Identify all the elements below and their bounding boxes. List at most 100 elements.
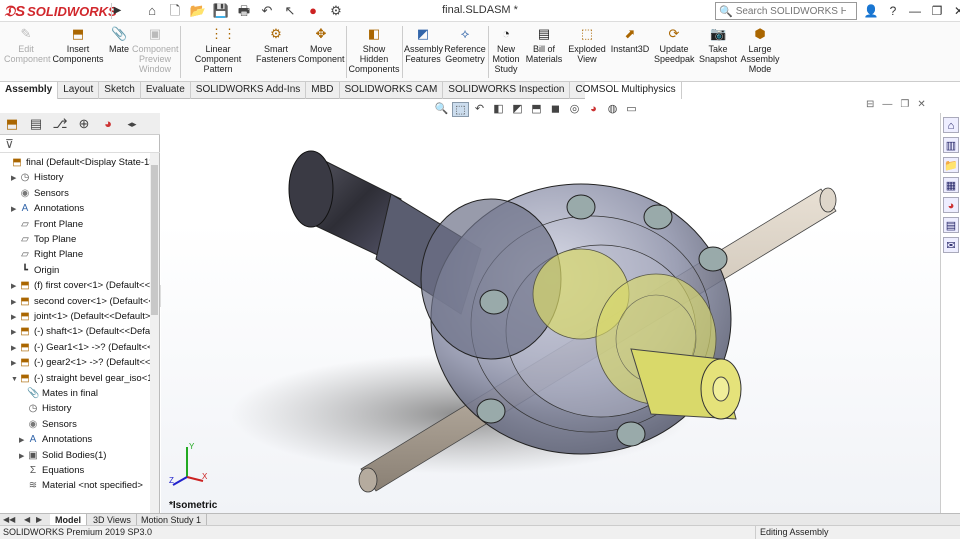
move-component-button[interactable]: ✥ Move Component bbox=[298, 26, 345, 64]
assembly-model[interactable] bbox=[161, 99, 940, 513]
tab-solidworks-inspection[interactable]: SOLIDWORKS Inspection bbox=[443, 82, 571, 99]
close-button[interactable]: ✕ bbox=[950, 2, 960, 20]
menu-expand-arrow-icon[interactable]: ▶ bbox=[111, 3, 123, 19]
search-input[interactable] bbox=[735, 5, 846, 17]
bill-of-materials-button[interactable]: ▤ Bill of Materials bbox=[524, 26, 564, 64]
help-search-box[interactable]: 🔍 bbox=[715, 2, 857, 20]
dimxpert-tab-icon[interactable]: ⊕ bbox=[72, 113, 96, 135]
minimize-button[interactable]: — bbox=[906, 2, 924, 20]
hide-show-items-icon[interactable]: ◎ bbox=[566, 102, 583, 117]
design-library-icon[interactable]: ▥ bbox=[943, 137, 959, 153]
tree-item[interactable]: ◷ History bbox=[19, 401, 72, 416]
solidworks-resources-icon[interactable]: ⌂ bbox=[943, 117, 959, 133]
solidworks-logo[interactable]: 𝔇S SOLIDWORKS bbox=[4, 2, 117, 20]
tree-item[interactable]: 📎 Mates in final bbox=[19, 386, 98, 401]
home-icon[interactable]: ⌂ bbox=[142, 2, 162, 20]
reference-geometry-button[interactable]: ⟡ Reference Geometry bbox=[444, 26, 486, 64]
tab-solidworks-addins[interactable]: SOLIDWORKS Add-Ins bbox=[191, 82, 307, 99]
rebuild-icon[interactable]: ● bbox=[303, 2, 323, 20]
tree-item[interactable]: ⬒ final (Default<Display State-1>) bbox=[3, 155, 150, 170]
edit-component-button[interactable]: ✎ Edit Component bbox=[4, 26, 51, 64]
tree-item[interactable]: ▶ ⬒ (-) gear2<1> ->? (Default<<De bbox=[11, 355, 150, 370]
panel-scroll-arrows-icon[interactable]: ◂▸ bbox=[120, 113, 144, 135]
tree-expander-icon[interactable]: ▶ bbox=[11, 295, 19, 310]
tree-item[interactable]: ▶ ⬒ (-) shaft<1> (Default<<Default bbox=[11, 324, 150, 339]
tree-item[interactable]: ◉ Sensors bbox=[11, 186, 69, 201]
previous-view-icon[interactable]: ↶ bbox=[471, 102, 488, 117]
tree-item[interactable]: ▶ A Annotations bbox=[11, 201, 84, 216]
viewport-tile-icon[interactable]: ⊟ bbox=[866, 99, 874, 110]
help-button[interactable]: ? bbox=[884, 2, 902, 20]
tab-evaluate[interactable]: Evaluate bbox=[141, 82, 191, 99]
tree-item[interactable]: ≋ Material <not specified> bbox=[19, 478, 143, 493]
tree-item[interactable]: ▱ Top Plane bbox=[11, 232, 76, 247]
tree-item[interactable]: ▶ A Annotations bbox=[19, 432, 92, 447]
save-icon[interactable]: 💾 bbox=[211, 2, 231, 20]
view-settings-icon[interactable]: ▭ bbox=[623, 102, 640, 117]
view-palette-icon[interactable]: ▦ bbox=[943, 177, 959, 193]
graphics-area[interactable]: 🔍 ⬚ ↶ ◧ ◩ ⬒ ◼ ◎ ◕ ◍ ▭ ⊟ — ❐ ✕ Y X Z *Iso… bbox=[161, 99, 940, 513]
new-file-icon[interactable]: 🗋 bbox=[165, 2, 185, 20]
open-file-icon[interactable]: 📂 bbox=[188, 2, 208, 20]
display-manager-tab-icon[interactable]: ◕ bbox=[96, 113, 120, 135]
file-explorer-icon[interactable]: 📁 bbox=[943, 157, 959, 173]
tab-sketch[interactable]: Sketch bbox=[99, 82, 141, 99]
dynamic-annotation-icon[interactable]: ◩ bbox=[509, 102, 526, 117]
exploded-view-button[interactable]: ⬚ Exploded View bbox=[566, 26, 608, 64]
user-icon[interactable]: 👤 bbox=[862, 2, 880, 20]
configuration-manager-tab-icon[interactable]: ⎇ bbox=[48, 113, 72, 135]
tab-layout[interactable]: Layout bbox=[58, 82, 100, 99]
display-style-icon[interactable]: ◼ bbox=[547, 102, 564, 117]
property-manager-tab-icon[interactable]: ▤ bbox=[24, 113, 48, 135]
tab-comsol-multiphysics[interactable]: COMSOL Multiphysics bbox=[570, 82, 682, 99]
restore-button[interactable]: ❐ bbox=[928, 2, 946, 20]
update-speedpak-button[interactable]: ⟳ Update Speedpak bbox=[654, 26, 695, 64]
tree-expander-icon[interactable]: ▶ bbox=[11, 310, 19, 325]
filter-icon[interactable]: ⊽ bbox=[5, 137, 14, 151]
tree-item[interactable]: ▼⬒ (-) straight bevel gear_iso<1> ( bbox=[11, 371, 150, 386]
tree-item[interactable]: ▶ ⬒ (f) first cover<1> (Default<<De bbox=[11, 278, 150, 293]
options-icon[interactable]: ⚙ bbox=[326, 2, 346, 20]
insert-components-button[interactable]: ⬒ Insert Components bbox=[52, 26, 104, 64]
view-orientation-icon[interactable]: ⬒ bbox=[528, 102, 545, 117]
tab-assembly[interactable]: Assembly bbox=[0, 82, 59, 99]
tree-item[interactable]: ▶ ◷ History bbox=[11, 170, 64, 185]
linear-pattern-button[interactable]: ⋮⋮ Linear Component Pattern bbox=[182, 26, 254, 74]
zoom-to-fit-icon[interactable]: 🔍 bbox=[433, 102, 450, 117]
tree-item[interactable]: ▱ Right Plane bbox=[11, 247, 83, 262]
tree-item[interactable]: ▶⬒ (-) Gear1<1> ->? (Default<<De bbox=[11, 340, 150, 355]
tree-item[interactable]: Σ Equations bbox=[19, 463, 84, 478]
section-view-icon[interactable]: ◧ bbox=[490, 102, 507, 117]
viewport-restore-icon[interactable]: ❐ bbox=[900, 99, 909, 110]
tree-item[interactable]: ▱ Front Plane bbox=[11, 217, 83, 232]
tree-item[interactable]: ┗ Origin bbox=[11, 263, 59, 278]
apply-scene-icon[interactable]: ◍ bbox=[604, 102, 621, 117]
tree-expander-icon[interactable]: ▶ bbox=[11, 356, 19, 371]
print-icon[interactable]: 🖶 bbox=[234, 2, 254, 20]
new-motion-study-button[interactable]: ◔ New Motion Study bbox=[490, 26, 522, 74]
viewport-close-icon[interactable]: ✕ bbox=[917, 99, 925, 110]
tab-solidworks-cam[interactable]: SOLIDWORKS CAM bbox=[340, 82, 444, 99]
tree-item[interactable]: ◉ Sensors bbox=[19, 417, 77, 432]
tree-item[interactable]: ▶ ⬒ joint<1> (Default<<Default>_ bbox=[11, 309, 150, 324]
tree-expander-icon[interactable]: ▶ bbox=[19, 449, 27, 464]
solidworks-forum-icon[interactable]: ✉ bbox=[943, 237, 959, 253]
tree-expander-icon[interactable]: ▶ bbox=[11, 171, 19, 186]
instant3d-button[interactable]: ⬈ Instant3D bbox=[610, 26, 650, 54]
tree-expander-icon[interactable]: ▶ bbox=[11, 325, 19, 340]
tree-scrollbar[interactable] bbox=[150, 153, 159, 513]
custom-properties-icon[interactable]: ▤ bbox=[943, 217, 959, 233]
edit-appearance-icon[interactable]: ◕ bbox=[585, 102, 602, 117]
tree-expander-icon[interactable]: ▶ bbox=[11, 341, 19, 356]
take-snapshot-button[interactable]: 📷 Take Snapshot bbox=[698, 26, 738, 64]
undo-icon[interactable]: ↶ bbox=[257, 2, 277, 20]
tree-item[interactable]: ▶ ▣ Solid Bodies(1) bbox=[19, 448, 106, 463]
tree-item[interactable]: ▶ ⬒ second cover<1> (Default<<D bbox=[11, 294, 150, 309]
viewport-minimize-icon[interactable]: — bbox=[882, 99, 892, 110]
tree-expander-icon[interactable]: ▶ bbox=[19, 433, 27, 448]
appearances-icon[interactable]: ◕ bbox=[943, 197, 959, 213]
show-hidden-components-button[interactable]: ◧ Show Hidden Components bbox=[348, 26, 400, 74]
large-assembly-mode-button[interactable]: ⬢ Large Assembly Mode bbox=[740, 26, 780, 74]
scrollbar-thumb[interactable] bbox=[151, 165, 158, 315]
tree-expander-icon[interactable]: ▶ bbox=[11, 279, 19, 294]
